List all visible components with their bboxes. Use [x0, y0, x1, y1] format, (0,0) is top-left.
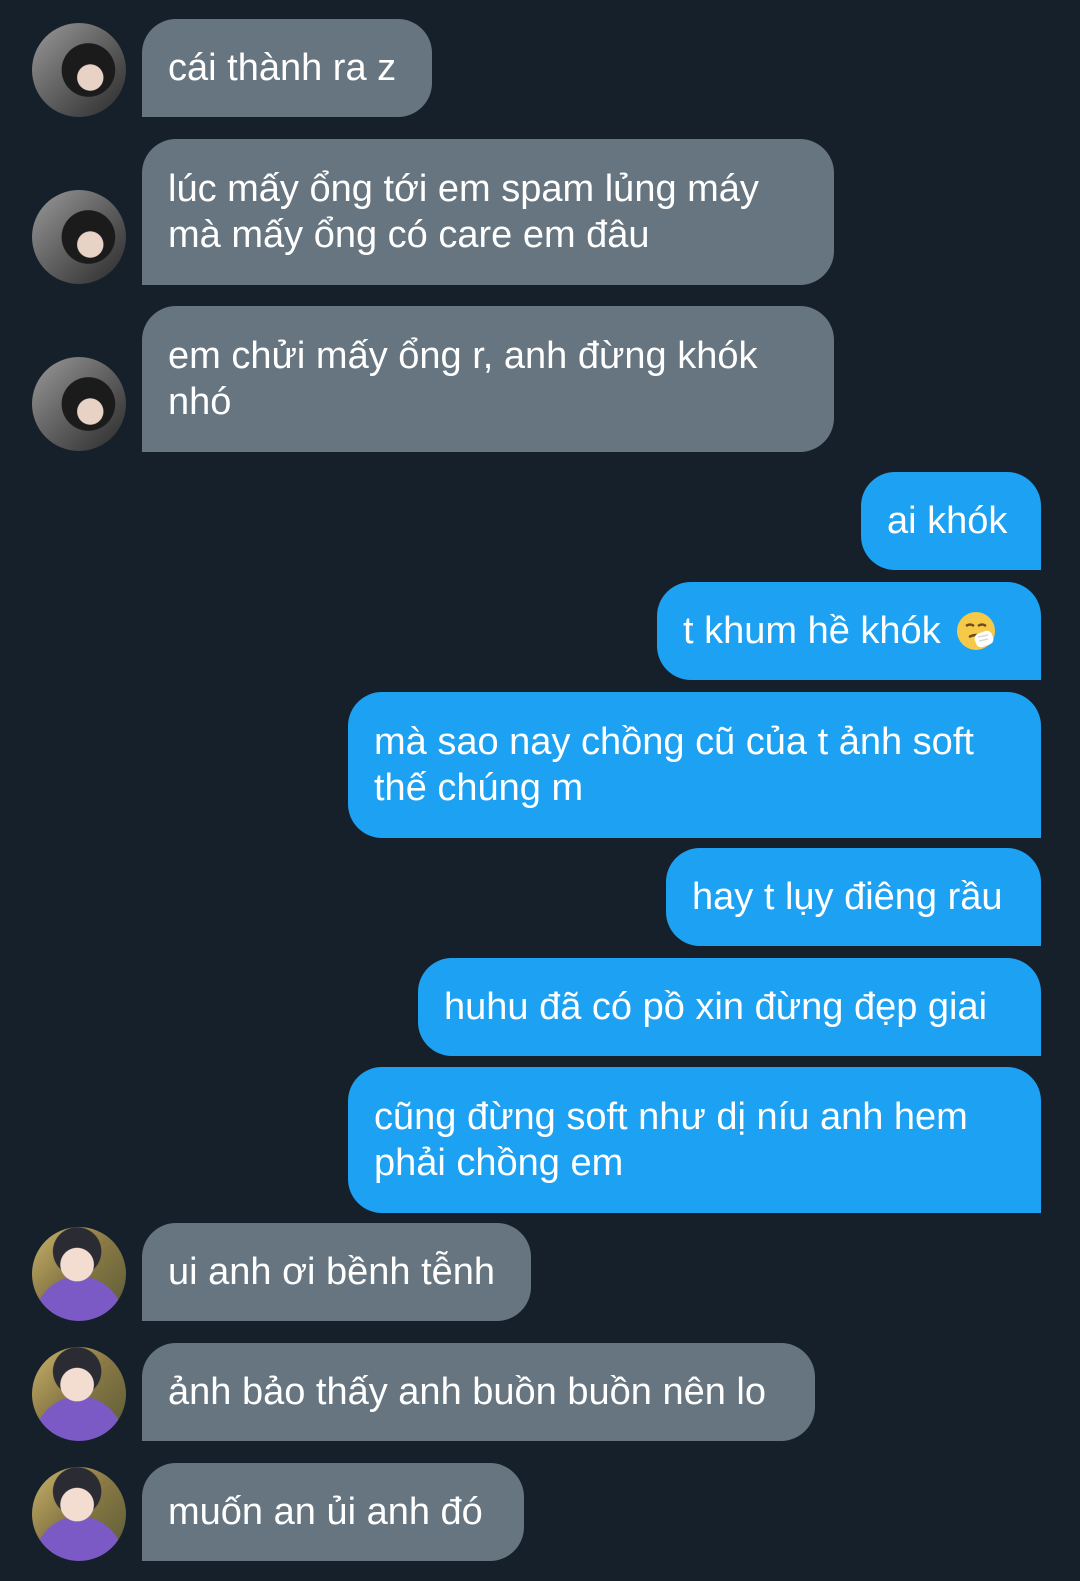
message-text: lúc mấy ổng tới em spam lủng máy mà mấy … — [168, 168, 759, 256]
message-text: muốn an ủi anh đó — [168, 1491, 483, 1533]
message-text: cái thành ra z — [168, 47, 397, 89]
sent-message-bubble[interactable]: huhu đã có pồ xin đừng đẹp giai — [418, 958, 1041, 1056]
message-text: t khum hề khók — [683, 610, 941, 652]
sender-avatar[interactable] — [32, 357, 126, 451]
received-message-bubble[interactable]: em chửi mấy ổng r, anh đừng khók nhó — [142, 306, 834, 452]
message-text: hay t lụy điêng rầu — [692, 876, 1003, 918]
sent-message-bubble[interactable]: mà sao nay chồng cũ của t ảnh soft thế c… — [348, 692, 1041, 838]
message-text: ảnh bảo thấy anh buồn buồn nên lo — [168, 1371, 766, 1413]
sneezing-face-emoji — [956, 612, 995, 650]
received-message-bubble[interactable]: ảnh bảo thấy anh buồn buồn nên lo — [142, 1343, 815, 1441]
sender-avatar[interactable] — [32, 1347, 126, 1441]
sent-message-bubble[interactable]: t khum hề khók — [657, 582, 1041, 680]
message-text: mà sao nay chồng cũ của t ảnh soft thế c… — [374, 721, 974, 809]
message-text: cũng đừng soft như dị níu anh hem phải c… — [374, 1096, 968, 1184]
received-message-bubble[interactable]: ui anh ơi bềnh tễnh — [142, 1223, 531, 1321]
sent-message-bubble[interactable]: cũng đừng soft như dị níu anh hem phải c… — [348, 1067, 1041, 1213]
sent-message-bubble[interactable]: hay t lụy điêng rầu — [666, 848, 1041, 946]
message-content: t khum hề khók — [683, 608, 997, 654]
sender-avatar[interactable] — [32, 23, 126, 117]
message-text: em chửi mấy ổng r, anh đừng khók nhó — [168, 335, 758, 423]
received-message-bubble[interactable]: cái thành ra z — [142, 19, 432, 117]
message-text: huhu đã có pồ xin đừng đẹp giai — [444, 986, 988, 1028]
received-message-bubble[interactable]: lúc mấy ổng tới em spam lủng máy mà mấy … — [142, 139, 834, 285]
message-thread: cái thành ra z lúc mấy ổng tới em spam l… — [0, 0, 1080, 1581]
received-message-bubble[interactable]: muốn an ủi anh đó — [142, 1463, 524, 1561]
sender-avatar[interactable] — [32, 190, 126, 284]
message-text: ai khók — [887, 500, 1008, 542]
sent-message-bubble[interactable]: ai khók — [861, 472, 1041, 570]
sender-avatar[interactable] — [32, 1227, 126, 1321]
message-text: ui anh ơi bềnh tễnh — [168, 1251, 496, 1293]
sender-avatar[interactable] — [32, 1467, 126, 1561]
